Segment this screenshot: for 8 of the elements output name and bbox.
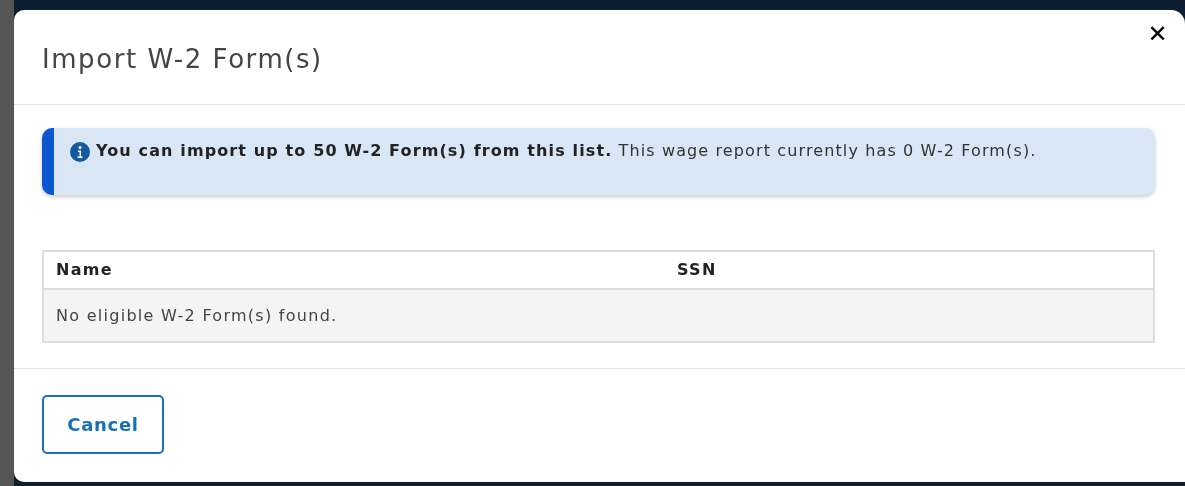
info-icon (70, 142, 90, 162)
close-button[interactable]: ✕ (1147, 22, 1169, 46)
empty-message: No eligible W-2 Form(s) found. (56, 304, 338, 327)
column-header: SSN (677, 260, 717, 279)
cancel-button[interactable]: Cancel (42, 395, 164, 454)
dialog-title: Import W-2 Form(s) (42, 43, 323, 76)
column-header: Name (56, 260, 113, 279)
alert-message: You can import up to 50 W-2 Form(s) from this list. This wage report currently has 0 W-2 Form(s). (96, 140, 1037, 162)
